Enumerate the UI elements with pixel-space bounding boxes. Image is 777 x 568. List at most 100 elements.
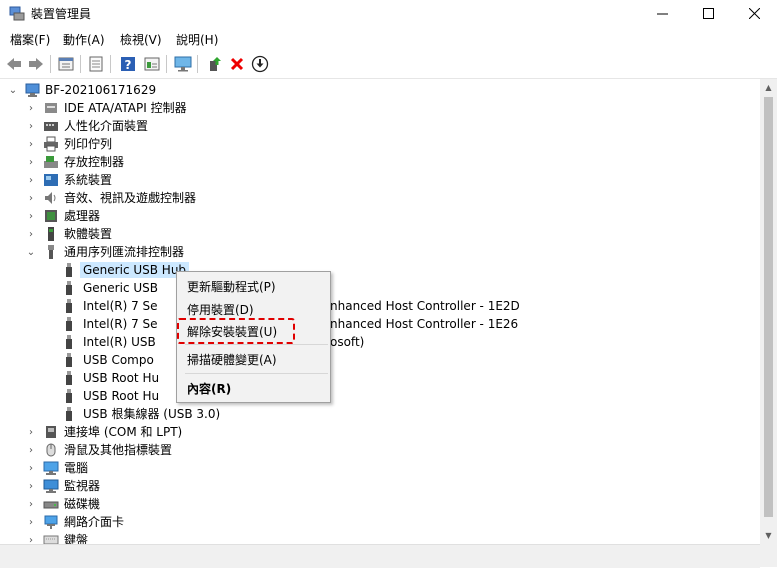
tree-category[interactable]: › 處理器: [0, 207, 760, 225]
expand-chevron-icon[interactable]: ›: [25, 496, 37, 512]
device-label: USB Root Hu: [83, 371, 160, 385]
tree-category[interactable]: › 系統裝置: [0, 171, 760, 189]
back-icon[interactable]: [4, 54, 24, 74]
device-label: Intel(R) USB: [83, 335, 156, 349]
collapse-chevron-icon[interactable]: ⌄: [7, 82, 19, 98]
category-label: 存放控制器: [64, 155, 125, 169]
expand-chevron-icon[interactable]: ›: [25, 100, 37, 116]
vertical-scrollbar[interactable]: ▲ ▼: [760, 79, 777, 544]
uninstall-icon[interactable]: [227, 54, 247, 74]
toolbar: ?: [0, 50, 777, 79]
tree-category[interactable]: › 存放控制器: [0, 153, 760, 171]
port-icon: [43, 424, 59, 440]
collapse-chevron-icon[interactable]: ⌄: [25, 244, 37, 260]
tree-category[interactable]: › 列印佇列: [0, 135, 760, 153]
tree-category[interactable]: › 磁碟機: [0, 495, 760, 513]
usb-device-row[interactable]: USB Root Hu: [0, 369, 760, 387]
usb-plug-icon: [61, 316, 77, 332]
usb-plug-icon: [61, 262, 77, 278]
cpu-icon: [43, 208, 59, 224]
network-icon: [43, 514, 59, 530]
toolbar-separator: [197, 55, 198, 73]
tree-category[interactable]: › 連接埠 (COM 和 LPT): [0, 423, 760, 441]
menu-separator: [185, 344, 328, 345]
toolbar-separator: [80, 55, 81, 73]
tree-category[interactable]: › 音效、視訊及遊戲控制器: [0, 189, 760, 207]
usb-device-row[interactable]: Generic USB: [0, 279, 760, 297]
help-icon[interactable]: ?: [118, 54, 138, 74]
tree-category[interactable]: › 網路介面卡: [0, 513, 760, 531]
menu-update-driver[interactable]: 更新驅動程式(P): [187, 278, 276, 295]
usb-plug-icon: [61, 334, 77, 350]
menu-scan-hardware[interactable]: 掃描硬體變更(A): [187, 351, 277, 368]
tree-category[interactable]: › 軟體裝置: [0, 225, 760, 243]
category-label: 鍵盤: [64, 533, 89, 544]
scroll-up-icon[interactable]: ▲: [760, 79, 777, 96]
toolbar-separator: [50, 55, 51, 73]
expand-chevron-icon[interactable]: ›: [25, 478, 37, 494]
tree-category[interactable]: › 滑鼠及其他指標裝置: [0, 441, 760, 459]
expand-chevron-icon[interactable]: ›: [25, 136, 37, 152]
usb-device-row[interactable]: Intel(R) 7 Se nhanced Host Controller - …: [0, 297, 760, 315]
hid-icon: [43, 118, 59, 134]
close-button[interactable]: [731, 0, 777, 26]
usb-plug-icon: [61, 370, 77, 386]
storage-icon: [43, 154, 59, 170]
expand-chevron-icon[interactable]: ›: [25, 208, 37, 224]
expand-chevron-icon[interactable]: ›: [25, 118, 37, 134]
category-label: 音效、視訊及遊戲控制器: [64, 191, 197, 205]
tree-category[interactable]: › IDE ATA/ATAPI 控制器: [0, 99, 760, 117]
usb-device-row[interactable]: USB Compo: [0, 351, 760, 369]
refresh-icon[interactable]: [86, 54, 106, 74]
properties-icon[interactable]: [56, 54, 76, 74]
menu-disable-device[interactable]: 停用裝置(D): [187, 301, 254, 318]
device-label: USB Compo: [83, 353, 154, 367]
usb-device-row[interactable]: Intel(R) USB osoft): [0, 333, 760, 351]
expand-chevron-icon[interactable]: ›: [25, 514, 37, 530]
maximize-button[interactable]: [685, 0, 731, 26]
usb-device-row[interactable]: USB 根集線器 (USB 3.0): [0, 405, 760, 423]
menu-help[interactable]: 說明(H): [176, 31, 218, 48]
toolbar-separator: [166, 55, 167, 73]
menu-file[interactable]: 檔案(F): [10, 31, 50, 48]
monitor-icon[interactable]: [173, 54, 193, 74]
device-label-tail: nhanced Host Controller - 1E2D: [330, 299, 520, 313]
usb-device-row[interactable]: USB Root Hu: [0, 387, 760, 405]
tree-category[interactable]: › 電腦: [0, 459, 760, 477]
expand-chevron-icon[interactable]: ›: [25, 154, 37, 170]
toolbar-separator: [110, 55, 111, 73]
tree-root[interactable]: ⌄ BF-202106171629: [0, 81, 760, 99]
menu-view[interactable]: 檢視(V): [120, 31, 162, 48]
window-title: 裝置管理員: [31, 7, 92, 21]
minimize-button[interactable]: [639, 0, 685, 26]
expand-chevron-icon[interactable]: ›: [25, 532, 37, 545]
usb-device-row[interactable]: Intel(R) 7 Se nhanced Host Controller - …: [0, 315, 760, 333]
printer-icon: [43, 136, 59, 152]
expand-chevron-icon[interactable]: ›: [25, 424, 37, 440]
expand-chevron-icon[interactable]: ›: [25, 172, 37, 188]
menu-properties[interactable]: 內容(R): [187, 380, 231, 397]
menu-action[interactable]: 動作(A): [63, 31, 105, 48]
action-icon[interactable]: [142, 54, 162, 74]
disk-icon: [43, 496, 59, 512]
scroll-down-icon[interactable]: ▼: [760, 527, 777, 544]
scroll-corner: [760, 544, 777, 567]
tree-category[interactable]: › 鍵盤: [0, 531, 760, 544]
update-driver-icon[interactable]: [204, 54, 224, 74]
expand-chevron-icon[interactable]: ›: [25, 460, 37, 476]
expand-chevron-icon[interactable]: ›: [25, 190, 37, 206]
status-bar: [0, 544, 760, 568]
scroll-thumb[interactable]: [764, 97, 773, 517]
menu-bar: 檔案(F) 動作(A) 檢視(V) 說明(H): [0, 27, 777, 49]
usb-device-row[interactable]: Generic USB Hub: [0, 261, 760, 279]
computer-root-icon: [25, 82, 41, 98]
expand-chevron-icon[interactable]: ›: [25, 442, 37, 458]
expand-chevron-icon[interactable]: ›: [25, 226, 37, 242]
download-icon[interactable]: [250, 54, 270, 74]
tree-category[interactable]: › 監視器: [0, 477, 760, 495]
forward-icon[interactable]: [26, 54, 46, 74]
device-label: USB Root Hu: [83, 389, 160, 403]
tree-category-usb[interactable]: ⌄ 通用序列匯流排控制器: [0, 243, 760, 261]
title-bar: 裝置管理員: [0, 0, 777, 26]
tree-category[interactable]: › 人性化介面裝置: [0, 117, 760, 135]
